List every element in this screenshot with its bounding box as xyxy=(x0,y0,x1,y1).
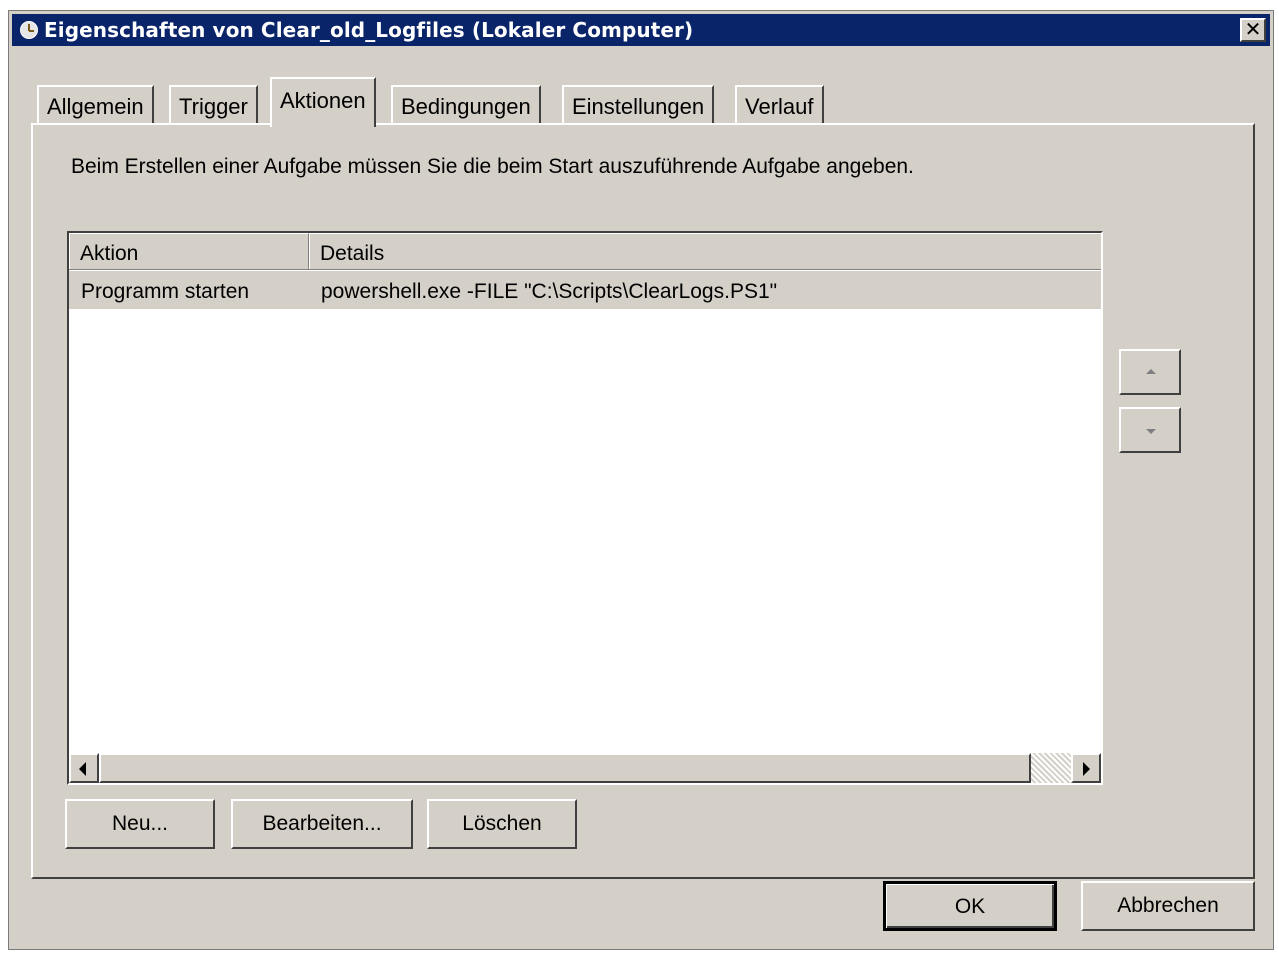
cell-aktion: Programm starten xyxy=(81,280,250,303)
list-header: Aktion Details xyxy=(69,233,1101,270)
arrow-left-icon xyxy=(79,762,86,776)
horizontal-scrollbar[interactable] xyxy=(69,753,1101,783)
cell-details: powershell.exe -FILE "C:\Scripts\ClearLo… xyxy=(321,280,778,303)
edit-action-button[interactable]: Bearbeiten... xyxy=(231,799,413,849)
arrow-down-icon xyxy=(1146,429,1156,434)
title-bar[interactable]: Eigenschaften von Clear_old_Logfiles (Lo… xyxy=(12,14,1270,46)
arrow-up-icon xyxy=(1146,369,1156,374)
actions-description: Beim Erstellen einer Aufgabe müssen Sie … xyxy=(71,155,914,178)
tab-label: Allgemein xyxy=(47,94,144,119)
actions-tab-panel: Beim Erstellen einer Aufgabe müssen Sie … xyxy=(31,123,1255,879)
table-row[interactable]: Programm starten powershell.exe -FILE "C… xyxy=(69,271,1101,309)
new-action-button[interactable]: Neu... xyxy=(65,799,215,849)
tab-label: Aktionen xyxy=(280,88,366,113)
scroll-track[interactable] xyxy=(1031,753,1071,783)
column-header-aktion[interactable]: Aktion xyxy=(69,233,309,269)
move-down-button[interactable] xyxy=(1119,407,1181,453)
tab-label: Trigger xyxy=(179,94,248,119)
tab-allgemein[interactable]: Allgemein xyxy=(37,85,154,125)
column-header-details[interactable]: Details xyxy=(309,233,1101,269)
tab-verlauf[interactable]: Verlauf xyxy=(735,85,824,125)
tab-aktionen[interactable]: Aktionen xyxy=(270,77,376,127)
tab-bedingungen[interactable]: Bedingungen xyxy=(391,85,541,125)
scroll-left-button[interactable] xyxy=(69,753,99,783)
window-title: Eigenschaften von Clear_old_Logfiles (Lo… xyxy=(44,18,694,42)
cancel-button[interactable]: Abbrechen xyxy=(1081,881,1255,931)
scroll-thumb[interactable] xyxy=(99,753,1031,783)
tab-label: Verlauf xyxy=(745,94,814,119)
scroll-right-button[interactable] xyxy=(1071,753,1101,783)
delete-action-button[interactable]: Löschen xyxy=(427,799,577,849)
close-icon: ✕ xyxy=(1244,17,1262,41)
tab-label: Einstellungen xyxy=(572,94,705,119)
arrow-right-icon xyxy=(1083,762,1090,776)
task-properties-dialog: Eigenschaften von Clear_old_Logfiles (Lo… xyxy=(8,10,1274,950)
move-up-button[interactable] xyxy=(1119,349,1181,395)
tab-einstellungen[interactable]: Einstellungen xyxy=(562,85,715,125)
close-button[interactable]: ✕ xyxy=(1240,18,1266,42)
tab-label: Bedingungen xyxy=(401,94,531,119)
ok-button[interactable]: OK xyxy=(883,881,1057,931)
tab-trigger[interactable]: Trigger xyxy=(169,85,258,125)
actions-list[interactable]: Aktion Details Programm starten powershe… xyxy=(67,231,1103,785)
task-scheduler-clock-icon xyxy=(20,21,38,39)
